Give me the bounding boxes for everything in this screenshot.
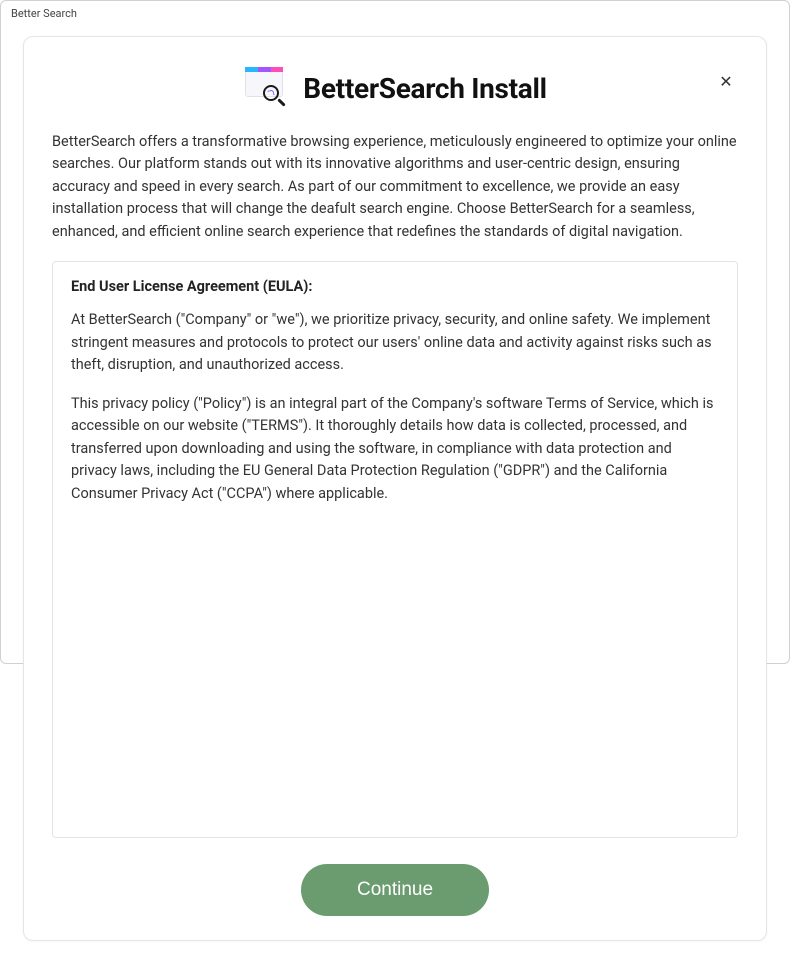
eula-paragraph: At BetterSearch ("Company" or "we"), we … <box>71 309 719 376</box>
window-titlebar: Better Search <box>1 1 789 24</box>
intro-text: BetterSearch offers a transformative bro… <box>52 131 738 243</box>
installer-card: BetterSearch Install ✕ BetterSearch offe… <box>23 36 767 941</box>
eula-paragraph: This privacy policy ("Policy") is an int… <box>71 393 719 505</box>
app-window: Better Search BetterSearch Install ✕ <box>0 0 790 664</box>
content-area: BetterSearch Install ✕ BetterSearch offe… <box>1 24 789 963</box>
eula-scroll-box[interactable]: End User License Agreement (EULA): At Be… <box>52 261 738 838</box>
app-logo-icon <box>243 65 289 111</box>
continue-button[interactable]: Continue <box>301 864 489 916</box>
installer-title: BetterSearch Install <box>303 72 546 105</box>
button-row: Continue <box>52 838 738 916</box>
window-title: Better Search <box>11 7 77 20</box>
eula-heading: End User License Agreement (EULA): <box>71 278 719 295</box>
close-button[interactable]: ✕ <box>714 71 738 95</box>
close-icon: ✕ <box>719 75 732 91</box>
header-row: BetterSearch Install ✕ <box>52 65 738 111</box>
